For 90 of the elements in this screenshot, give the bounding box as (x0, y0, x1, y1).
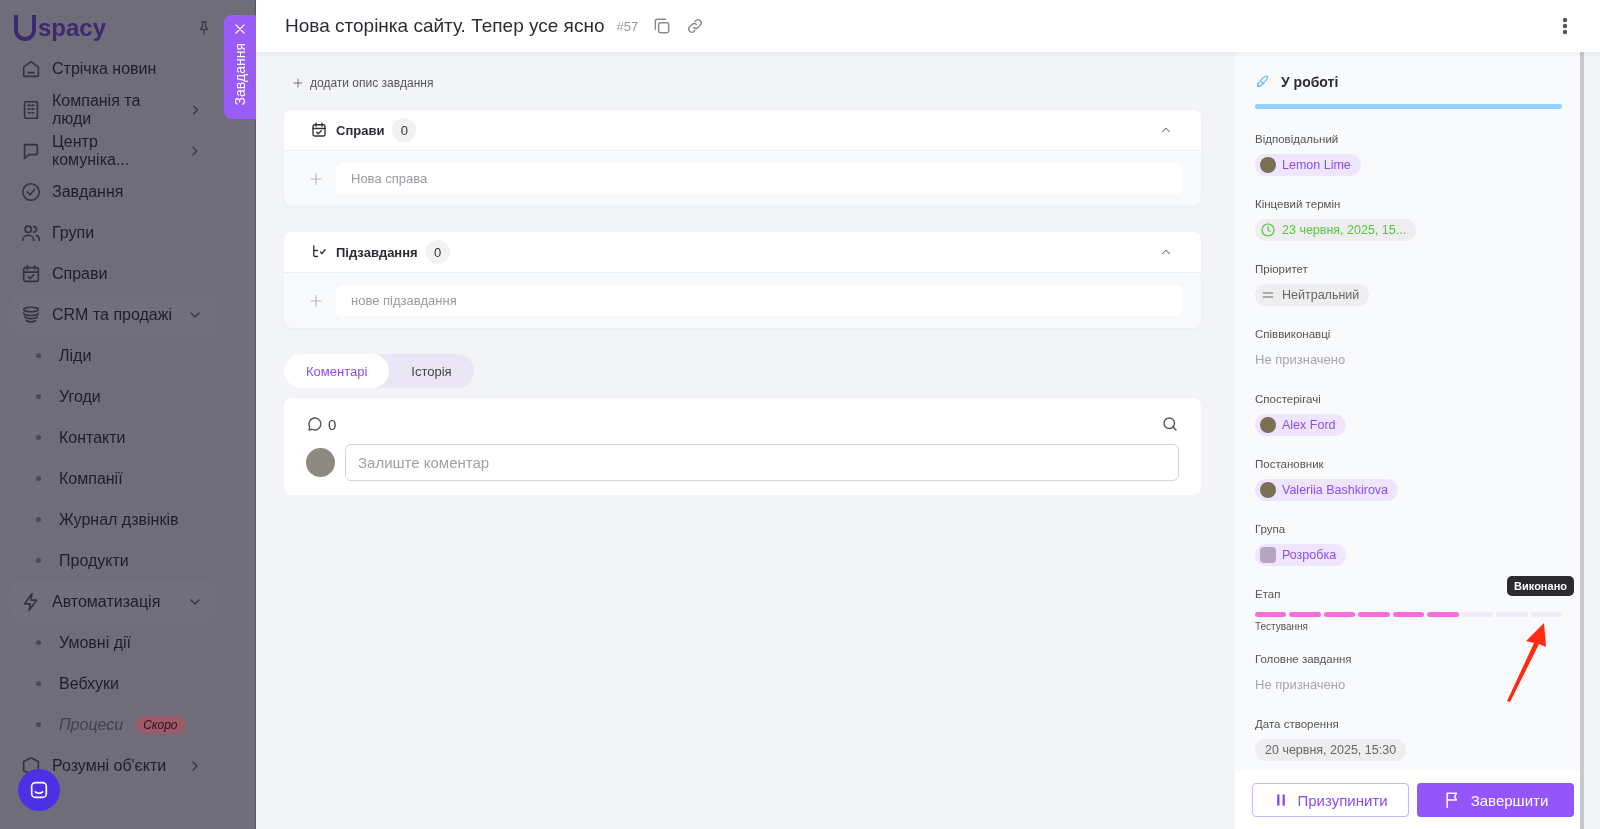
avatar (1260, 417, 1276, 433)
logo-text: spacy (38, 14, 107, 42)
stage-segment[interactable] (1358, 612, 1390, 617)
plus-icon (308, 292, 324, 309)
clock-icon (1260, 222, 1276, 238)
nav-item[interactable]: CRM та продажі (10, 294, 217, 335)
nav-item[interactable]: Центр комуніка... (10, 130, 217, 171)
bullet-icon (36, 640, 41, 645)
tab[interactable]: Історія (389, 354, 474, 388)
nav-item[interactable]: Групи (10, 212, 217, 253)
bullet-icon (36, 517, 41, 522)
task-number: #57 (616, 18, 639, 34)
comment-input[interactable]: Залиште коментар (345, 444, 1179, 481)
nav-subitem[interactable]: Компанії (10, 458, 217, 499)
group-chip[interactable]: Розробка (1255, 544, 1347, 566)
nav-subitem[interactable]: Контакти (10, 417, 217, 458)
field-label: Етап (1255, 588, 1282, 600)
stage-segment[interactable] (1255, 612, 1287, 617)
bullet-icon (36, 681, 41, 686)
stage-segment[interactable] (1323, 612, 1356, 617)
person-chip[interactable]: Alex Ford (1255, 414, 1346, 436)
comment-count: 0 (328, 415, 337, 433)
search-icon[interactable] (1161, 415, 1179, 433)
stage-name: Тестування (1255, 621, 1310, 632)
new-item-input[interactable]: Нова справа (336, 163, 1183, 194)
field-label: Дата створення (1255, 718, 1340, 730)
new-item-input[interactable]: нове підзавдання (336, 285, 1183, 316)
avatar (306, 448, 335, 477)
comment-icon (306, 415, 324, 433)
field-label: Група (1255, 523, 1287, 535)
chat-icon (28, 779, 50, 801)
field-label: Спостерігачі (1255, 393, 1322, 405)
nav-item[interactable]: Компанія та люди (10, 89, 217, 130)
date-chip: 20 червня, 2025, 15:30 (1255, 739, 1407, 761)
field-label: Головне завдання (1255, 653, 1353, 665)
bullet-icon (36, 394, 41, 399)
deadline-chip[interactable]: 23 червня, 2025, 15... (1255, 219, 1417, 241)
nav-item[interactable]: Стрічка новин (10, 48, 217, 89)
nav-item[interactable]: Справи (10, 253, 217, 294)
nav-subitem[interactable]: Журнал дзвінків (10, 499, 217, 540)
plus-icon (292, 77, 304, 89)
field-label: Пріоритет (1255, 263, 1309, 275)
field-label: Співвиконавці (1255, 328, 1332, 340)
nav-item[interactable]: Автоматизація (10, 581, 217, 622)
field-label: Кінцевий термін (1255, 198, 1342, 210)
unassigned-text[interactable]: Не призначено (1255, 674, 1562, 692)
plus-icon (308, 170, 324, 187)
stage-segment[interactable] (1392, 612, 1425, 617)
nav-subitem[interactable]: Продукти (10, 540, 217, 581)
section-title: Підзавдання (336, 244, 418, 260)
nav-subitem[interactable]: Угоди (10, 376, 217, 417)
bullet-icon (36, 558, 41, 563)
unassigned-text[interactable]: Не призначено (1255, 349, 1562, 367)
avatar (1260, 482, 1276, 498)
logo-mark-icon (14, 15, 36, 41)
nav-subitem[interactable]: Умовні дії (10, 622, 217, 663)
link-icon (686, 17, 705, 35)
section-title: Справи (336, 122, 385, 138)
stage-segment[interactable] (1427, 612, 1459, 617)
finish-button[interactable]: Завершити (1417, 783, 1574, 817)
person-chip[interactable]: Lemon Lime (1255, 154, 1361, 176)
avatar (1260, 157, 1276, 173)
check-circle-icon (20, 180, 42, 203)
person-chip[interactable]: Valeriia Bashkirova (1255, 479, 1399, 501)
calendar-icon (310, 121, 328, 139)
count-badge: 0 (392, 118, 417, 142)
field-label: Відповідальний (1255, 133, 1340, 145)
count-badge: 0 (425, 240, 450, 264)
soon-badge: Скоро (135, 715, 186, 734)
status-label: У роботі (1281, 74, 1339, 90)
field-label: Постановник (1255, 458, 1325, 470)
stage-segment[interactable] (1289, 612, 1321, 617)
tab[interactable]: Коментарі (284, 354, 390, 388)
side-tab-label: Завдання (232, 43, 248, 106)
nav-subitem[interactable]: Вебхуки (10, 663, 217, 704)
tooltip: Виконано (1507, 576, 1574, 596)
avatar (1260, 547, 1276, 563)
calendar-icon (20, 262, 42, 285)
bullet-icon (36, 476, 41, 481)
bullet-icon (36, 722, 41, 727)
task-title: Нова сторінка сайту. Тепер усе ясно (285, 15, 605, 37)
bullet-icon (36, 353, 41, 358)
bullet-icon (36, 435, 41, 440)
priority-chip[interactable]: Нейтральний (1255, 284, 1370, 306)
side-tab[interactable]: Завдання (224, 15, 256, 119)
add-description-link[interactable]: додати опис завдання (292, 76, 434, 90)
pause-button[interactable]: Призупинити (1252, 783, 1409, 817)
stack-icon (20, 303, 42, 326)
nav-item[interactable]: Завдання (10, 171, 217, 212)
nav-subitem[interactable]: Ліди (10, 335, 217, 376)
